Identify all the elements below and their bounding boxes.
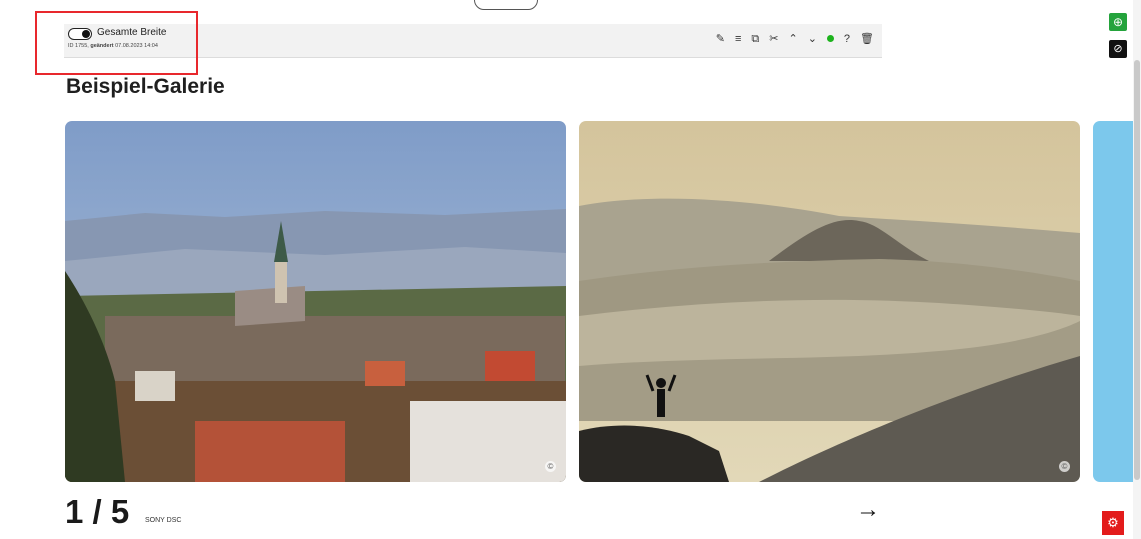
settings-button[interactable]: ⚙ xyxy=(1102,511,1124,535)
block-tools: ✎ ≡ ⧉ ✂ ⌃ ⌄ ? 🗑 xyxy=(716,32,874,46)
insert-after-icon[interactable]: ≡ xyxy=(735,32,741,46)
next-slide-button[interactable]: → xyxy=(856,496,880,524)
move-down-icon[interactable]: ⌄ xyxy=(808,32,817,46)
cut-icon[interactable]: ✂ xyxy=(769,32,778,46)
scrollbar-thumb[interactable] xyxy=(1134,60,1140,480)
status-online-icon[interactable] xyxy=(826,32,834,46)
copyright-icon[interactable]: © xyxy=(545,461,556,472)
move-up-icon[interactable]: ⌃ xyxy=(788,32,797,46)
gallery-slide-mountains[interactable]: © xyxy=(579,121,1080,482)
hide-block-button[interactable]: ⊘ xyxy=(1109,40,1127,58)
gallery-title: Beispiel-Galerie xyxy=(66,75,225,98)
copy-icon[interactable]: ⧉ xyxy=(751,32,759,46)
edit-icon[interactable]: ✎ xyxy=(716,32,725,46)
town-photo xyxy=(65,121,566,482)
slide-counter: 1 / 5 xyxy=(65,493,130,530)
delete-icon[interactable]: 🗑 xyxy=(860,32,874,46)
gallery-slide-town[interactable]: © xyxy=(65,121,566,482)
mountain-photo xyxy=(579,121,1080,482)
help-icon[interactable]: ? xyxy=(844,32,850,46)
copyright-icon[interactable]: © xyxy=(1059,461,1070,472)
add-block-button[interactable]: ⊕ xyxy=(1109,13,1127,31)
top-tab-handle[interactable] xyxy=(474,0,538,10)
slide-caption: SONY DSC xyxy=(145,517,182,524)
highlight-box xyxy=(35,11,198,75)
